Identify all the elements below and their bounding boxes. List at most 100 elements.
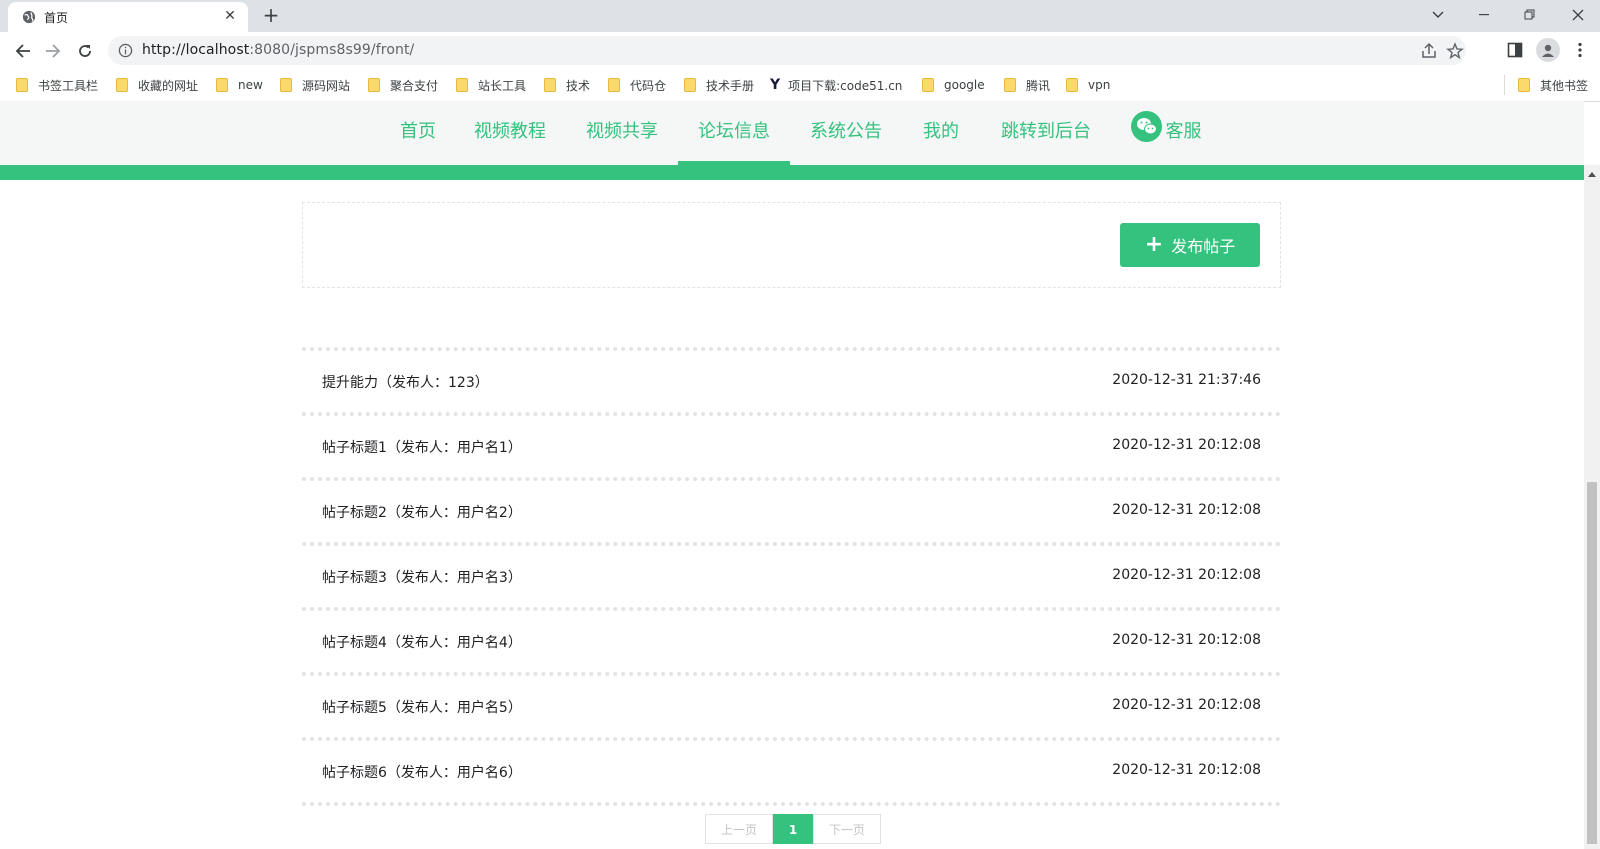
page-scrollbar[interactable] bbox=[1584, 165, 1600, 849]
bookmark-item[interactable]: 聚合支付 bbox=[368, 76, 438, 94]
scrollbar-thumb[interactable] bbox=[1587, 482, 1597, 844]
bookmark-item[interactable]: vpn bbox=[1066, 76, 1110, 94]
nav-item-video-share[interactable]: 视频共享 bbox=[582, 101, 662, 165]
wechat-icon bbox=[1130, 110, 1162, 142]
other-bookmarks[interactable]: 其他书签 bbox=[1518, 76, 1588, 94]
url-host: http://localhost bbox=[142, 42, 250, 58]
post-time: 2020-12-31 20:12:08 bbox=[1112, 502, 1261, 518]
nav-item-announcement[interactable]: 系统公告 bbox=[806, 101, 886, 165]
bookmarks-bar: 书签工具栏 收藏的网址 new 源码网站 聚合支付 站长工具 技术 代码仓 技术… bbox=[0, 69, 1600, 102]
bookmark-item[interactable]: 技术 bbox=[544, 76, 590, 94]
post-title[interactable]: 帖子标题5（发布人：用户名5） bbox=[322, 697, 522, 717]
post-time: 2020-12-31 20:12:08 bbox=[1112, 697, 1261, 713]
bookmark-label: 其他书签 bbox=[1540, 78, 1589, 93]
publish-label: 发布帖子 bbox=[1171, 237, 1236, 256]
more-menu-icon[interactable] bbox=[1570, 40, 1590, 60]
bookmark-item[interactable]: Y 项目下载:code51.cn bbox=[770, 76, 902, 94]
list-item[interactable]: 帖子标题4（发布人：用户名4） 2020-12-31 20:12:08 bbox=[302, 607, 1281, 672]
bookmark-label: 项目下载:code51.cn bbox=[788, 78, 903, 93]
post-time: 2020-12-31 20:12:08 bbox=[1112, 632, 1261, 648]
nav-label: 首页 bbox=[400, 121, 436, 142]
reload-icon[interactable] bbox=[70, 36, 100, 66]
post-time: 2020-12-31 20:12:08 bbox=[1112, 437, 1261, 453]
minimize-icon[interactable] bbox=[1462, 0, 1506, 30]
post-title[interactable]: 帖子标题4（发布人：用户名4） bbox=[322, 632, 522, 652]
nav-label: 视频共享 bbox=[586, 121, 658, 142]
close-tab-icon[interactable]: ✕ bbox=[222, 8, 238, 24]
nav-label: 系统公告 bbox=[810, 121, 882, 142]
folder-icon bbox=[684, 78, 696, 92]
site-nav: 首页 视频教程 视频共享 论坛信息 系统公告 我的 跳转到后台 客服 bbox=[0, 101, 1584, 165]
bookmark-label: 代码仓 bbox=[630, 78, 667, 93]
url-path: :8080/jspms8s99/front/ bbox=[249, 42, 415, 58]
nav-item-forum[interactable]: 论坛信息 bbox=[678, 101, 790, 165]
bookmark-item[interactable]: new bbox=[216, 76, 263, 94]
list-item[interactable]: 帖子标题6（发布人：用户名6） 2020-12-31 20:12:08 bbox=[302, 737, 1281, 806]
bookmark-label: 源码网站 bbox=[302, 78, 351, 93]
browser-tab[interactable]: 首页 ✕ bbox=[8, 2, 248, 32]
bookmark-label: 收藏的网址 bbox=[138, 78, 199, 93]
bookmark-item[interactable]: 源码网站 bbox=[280, 76, 350, 94]
list-item[interactable]: 提升能力（发布人：123） 2020-12-31 21:37:46 bbox=[302, 347, 1281, 412]
list-item[interactable]: 帖子标题2（发布人：用户名2） 2020-12-31 20:12:08 bbox=[302, 477, 1281, 542]
folder-icon bbox=[116, 78, 128, 92]
star-icon[interactable] bbox=[1446, 42, 1464, 60]
nav-label: 视频教程 bbox=[474, 121, 546, 142]
info-icon[interactable] bbox=[118, 43, 133, 58]
browser-tab-strip: 首页 ✕ + bbox=[0, 0, 1600, 32]
list-item[interactable]: 帖子标题5（发布人：用户名5） 2020-12-31 20:12:08 bbox=[302, 672, 1281, 737]
nav-item-admin[interactable]: 跳转到后台 bbox=[996, 101, 1096, 165]
bookmark-item[interactable]: 技术手册 bbox=[684, 76, 754, 94]
bookmark-item[interactable]: 站长工具 bbox=[456, 76, 526, 94]
scroll-up-arrow-icon[interactable] bbox=[1588, 172, 1596, 177]
bookmark-item[interactable]: google bbox=[922, 76, 985, 94]
nav-item-service[interactable]: 客服 bbox=[1128, 101, 1204, 165]
back-icon[interactable] bbox=[8, 36, 38, 66]
post-title[interactable]: 帖子标题6（发布人：用户名6） bbox=[322, 762, 522, 782]
page-number-button[interactable]: 1 bbox=[773, 814, 813, 844]
list-item[interactable]: 帖子标题3（发布人：用户名3） 2020-12-31 20:12:08 bbox=[302, 542, 1281, 607]
next-page-button[interactable]: 下一页 bbox=[813, 814, 881, 844]
folder-icon bbox=[216, 78, 228, 92]
browser-toolbar: http://localhost:8080/jspms8s99/front/ bbox=[0, 32, 1600, 69]
restore-icon[interactable] bbox=[1508, 0, 1552, 30]
bookmark-item[interactable]: 代码仓 bbox=[608, 76, 666, 94]
folder-icon bbox=[922, 78, 934, 92]
profile-avatar-icon[interactable] bbox=[1536, 38, 1560, 62]
bookmark-label: 技术 bbox=[566, 78, 591, 93]
bookmark-item[interactable]: 书签工具栏 bbox=[16, 76, 98, 94]
url-text: http://localhost:8080/jspms8s99/front/ bbox=[142, 42, 414, 58]
folder-icon bbox=[456, 78, 468, 92]
post-title[interactable]: 提升能力（发布人：123） bbox=[322, 372, 489, 392]
folder-icon bbox=[1004, 78, 1016, 92]
nav-item-home[interactable]: 首页 bbox=[390, 101, 446, 165]
new-tab-icon[interactable]: + bbox=[260, 4, 282, 26]
prev-page-button[interactable]: 上一页 bbox=[705, 814, 773, 844]
list-item[interactable]: 帖子标题1（发布人：用户名1） 2020-12-31 20:12:08 bbox=[302, 412, 1281, 477]
nav-label: 跳转到后台 bbox=[1001, 121, 1091, 142]
bookmark-label: 腾讯 bbox=[1026, 78, 1051, 93]
bookmark-label: new bbox=[238, 78, 263, 92]
folder-icon bbox=[1066, 78, 1078, 92]
share-icon[interactable] bbox=[1420, 42, 1438, 60]
nav-label: 论坛信息 bbox=[698, 121, 770, 142]
globe-icon bbox=[22, 10, 36, 24]
post-title[interactable]: 帖子标题2（发布人：用户名2） bbox=[322, 502, 522, 522]
bookmark-item[interactable]: 收藏的网址 bbox=[116, 76, 198, 94]
nav-item-mine[interactable]: 我的 bbox=[918, 101, 964, 165]
forward-icon[interactable] bbox=[38, 36, 68, 66]
post-time: 2020-12-31 20:12:08 bbox=[1112, 567, 1261, 583]
nav-item-video-tutorial[interactable]: 视频教程 bbox=[470, 101, 550, 165]
folder-icon bbox=[16, 78, 28, 92]
folder-icon bbox=[544, 78, 556, 92]
close-window-icon[interactable] bbox=[1556, 0, 1600, 30]
bookmark-item[interactable]: 腾讯 bbox=[1004, 76, 1050, 94]
post-time: 2020-12-31 21:37:46 bbox=[1112, 372, 1261, 388]
address-bar[interactable]: http://localhost:8080/jspms8s99/front/ bbox=[108, 36, 1466, 65]
post-title[interactable]: 帖子标题3（发布人：用户名3） bbox=[322, 567, 522, 587]
post-title[interactable]: 帖子标题1（发布人：用户名1） bbox=[322, 437, 522, 457]
publish-post-button[interactable]: + 发布帖子 bbox=[1120, 223, 1260, 267]
side-panel-icon[interactable] bbox=[1505, 40, 1525, 60]
chevron-down-icon[interactable] bbox=[1416, 0, 1460, 30]
bookmark-label: 书签工具栏 bbox=[38, 78, 99, 93]
